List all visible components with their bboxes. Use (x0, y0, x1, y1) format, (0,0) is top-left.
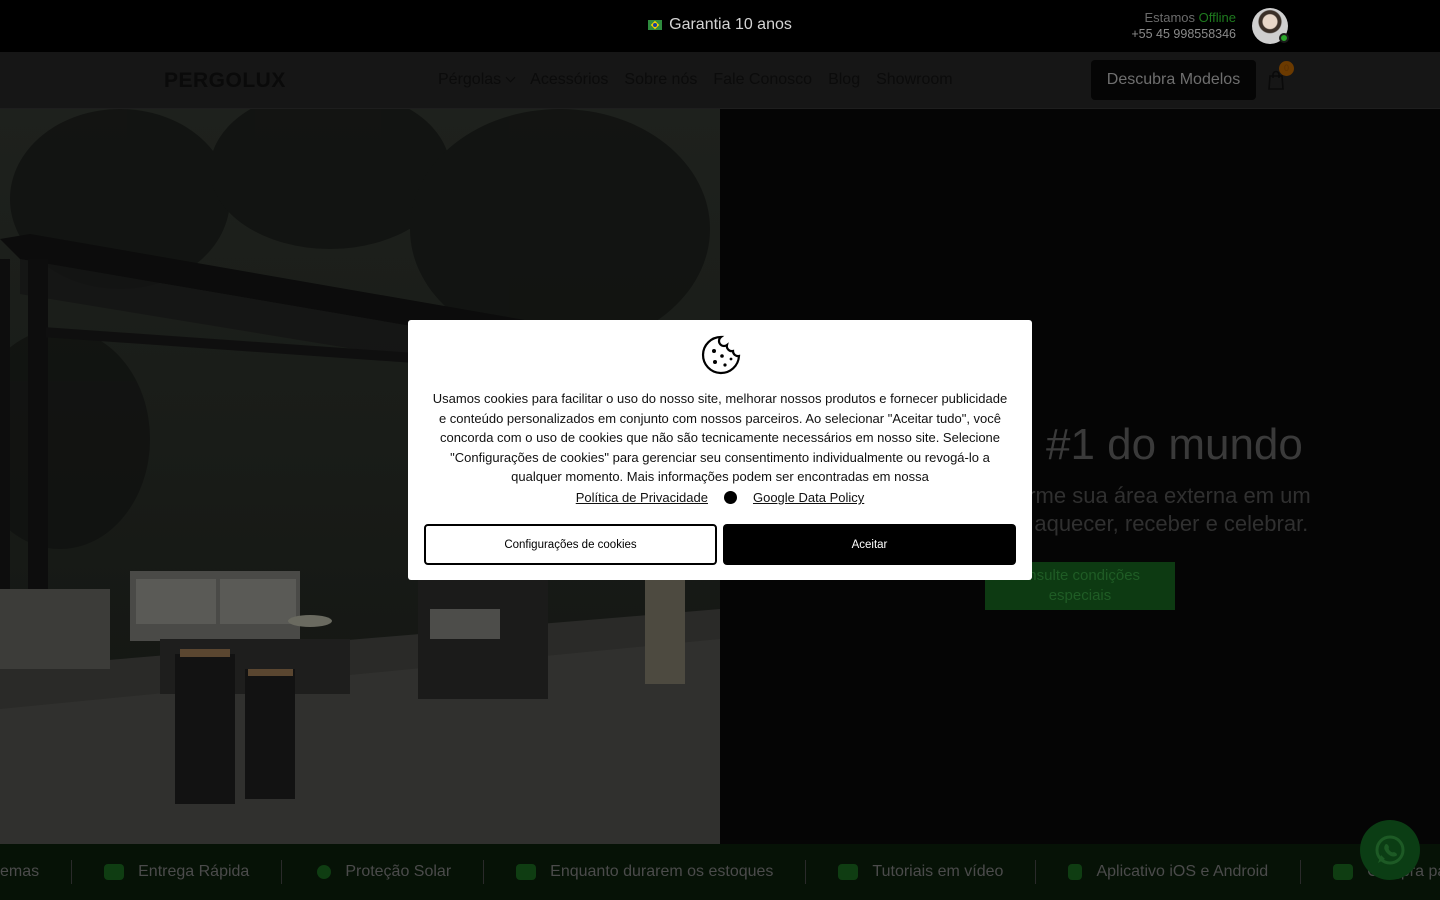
contact-info[interactable]: Estamos Offline +55 45 998558346 (1131, 9, 1236, 43)
google-data-policy-link[interactable]: Google Data Policy (753, 490, 864, 505)
nav-item-acessorios[interactable]: Acessórios (530, 71, 608, 89)
agent-avatar[interactable] (1252, 8, 1289, 44)
feature-item: Proteção Solar (282, 860, 485, 884)
status-dot-icon (1279, 33, 1289, 43)
nav-item-pergolas[interactable]: Pérgolas (438, 71, 516, 89)
whatsapp-button[interactable] (1360, 820, 1420, 880)
nav-item-fale-conosco[interactable]: Fale Conosco (713, 71, 812, 89)
cookie-consent-text: Usamos cookies para facilitar o uso do n… (432, 391, 1008, 484)
cookie-settings-button[interactable]: Configurações de cookies (424, 524, 717, 565)
apple-icon (1068, 864, 1083, 880)
cookie-icon (701, 335, 741, 375)
chevron-down-icon (505, 72, 516, 83)
video-icon (838, 864, 859, 880)
nav-item-showroom[interactable]: Showroom (876, 71, 952, 89)
site-logo[interactable]: PERGOLUX (164, 69, 286, 93)
online-status: Estamos Offline (1144, 10, 1236, 25)
nav-links: Pérgolas Acessórios Sobre nós Fale Conos… (438, 71, 953, 89)
feature-item: Aplicativo iOS e Android (1036, 860, 1302, 884)
cart-button[interactable]: 0 (1266, 61, 1294, 90)
nav-item-sobre-nos[interactable]: Sobre nós (624, 71, 697, 89)
hero-title: #1 do mundo (1046, 420, 1303, 469)
features-marquee: emas Entrega Rápida Proteção Solar Enqua… (0, 844, 1440, 900)
nav-item-blog[interactable]: Blog (828, 71, 860, 89)
cart-count-badge: 0 (1279, 61, 1294, 76)
sun-icon (317, 865, 332, 879)
policy-links: Política de Privacidade Google Data Polic… (408, 490, 1032, 505)
discover-models-button[interactable]: Descubra Modelos (1091, 60, 1256, 100)
page: Garantia 10 anos Estamos Offline +55 45 … (0, 0, 1440, 900)
top-bar: Garantia 10 anos Estamos Offline +55 45 … (0, 0, 1440, 52)
box-icon (516, 864, 537, 880)
box-icon (1333, 864, 1354, 880)
offline-label: Offline (1198, 10, 1236, 25)
hero-subtitle: orme sua área externa em um a aquecer, r… (1016, 483, 1311, 536)
phone-number[interactable]: +55 45 998558346 (1131, 26, 1236, 43)
truck-icon (104, 864, 125, 880)
feature-item: Enquanto durarem os estoques (484, 860, 807, 884)
features-track: emas Entrega Rápida Proteção Solar Enqua… (0, 844, 1440, 900)
cookie-consent-dialog: Usamos cookies para facilitar o uso do n… (408, 320, 1032, 580)
bullet-separator-icon (723, 491, 737, 504)
privacy-policy-link[interactable]: Política de Privacidade (576, 490, 708, 505)
feature-item: emas (0, 860, 73, 884)
brazil-flag-icon (648, 20, 663, 30)
warranty-text: Garantia 10 anos (669, 16, 792, 33)
feature-item: Tutoriais em vídeo (806, 860, 1037, 884)
main-navbar: PERGOLUX Pérgolas Acessórios Sobre nós F… (0, 52, 1440, 109)
accept-cookies-button[interactable]: Aceitar (723, 524, 1016, 565)
feature-item: Entrega Rápida (72, 860, 283, 884)
whatsapp-icon (1375, 835, 1405, 865)
